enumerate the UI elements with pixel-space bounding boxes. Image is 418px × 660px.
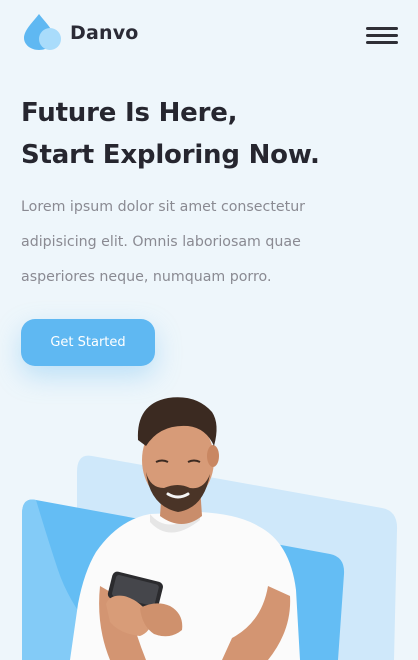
hero-title: Future Is Here, Start Exploring Now. — [21, 92, 320, 176]
brand-logo[interactable]: Danvo — [20, 12, 139, 52]
hero-title-line: Start Exploring Now. — [21, 140, 320, 170]
landing-page: Danvo Future Is Here, Start Exploring No… — [0, 0, 418, 660]
menu-bar — [366, 27, 398, 30]
hero-description: Lorem ipsum dolor sit amet consectetur a… — [21, 190, 351, 295]
hero-description-line: asperiores neque, numquam porro. — [21, 269, 272, 285]
menu-bar — [366, 34, 398, 37]
site-header: Danvo — [0, 0, 418, 72]
hero-title-line: Future Is Here, — [21, 98, 238, 128]
brand-name: Danvo — [70, 22, 139, 44]
person-ear — [207, 445, 219, 467]
water-drop-logo-icon — [24, 14, 61, 50]
menu-bar — [366, 41, 398, 44]
man-with-smartphone-illustration — [22, 397, 398, 660]
hamburger-menu-icon[interactable] — [366, 25, 398, 47]
hero-illustration — [0, 390, 418, 660]
get-started-button[interactable]: Get Started — [21, 319, 155, 366]
hero-description-line: adipisicing elit. Omnis laboriosam quae — [21, 234, 301, 250]
hero-description-line: Lorem ipsum dolor sit amet consectetur — [21, 199, 306, 215]
